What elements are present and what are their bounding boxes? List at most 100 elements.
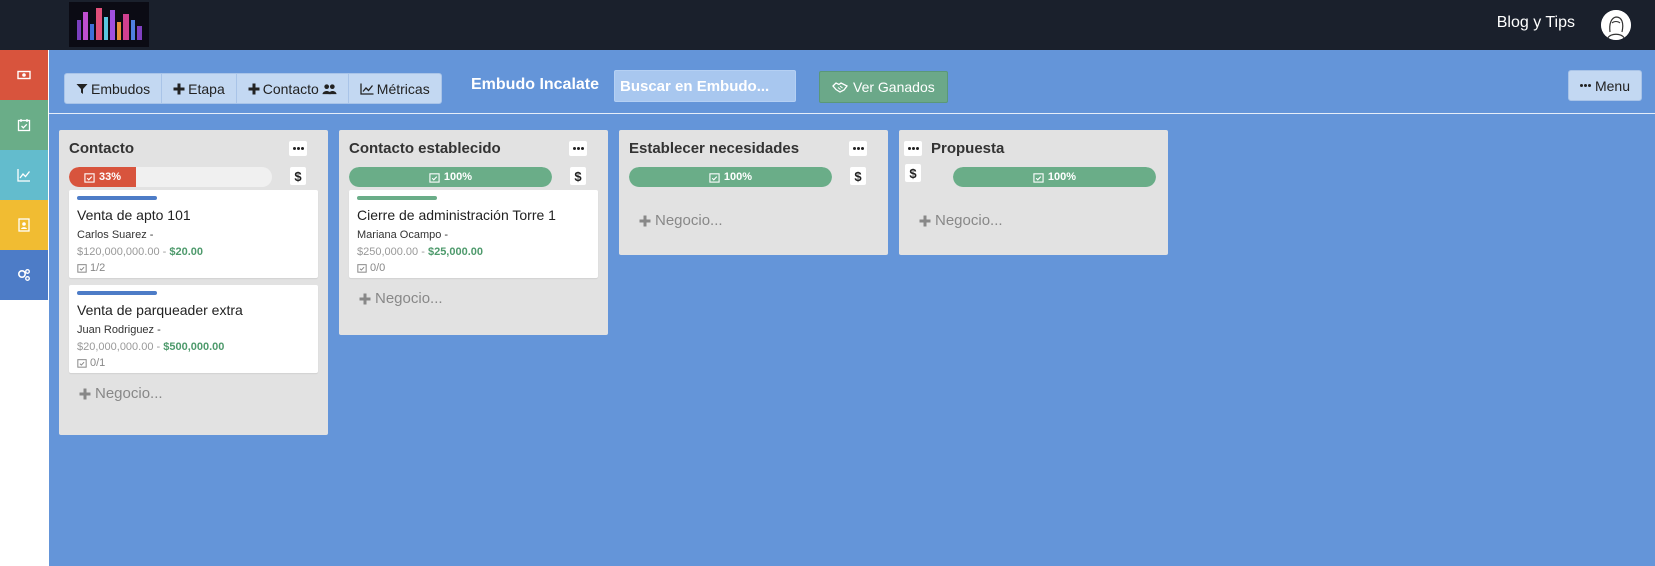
add-deal-label: Negocio... [375,290,443,307]
stage-progress-label: 100% [1047,171,1077,183]
add-deal-button[interactable]: Negocio... [79,385,163,402]
add-deal-label: Negocio... [935,212,1003,229]
plus-icon [248,83,260,94]
stage-column: Establecer necesidades 100% $ Negocio... [619,130,888,255]
sidebar-item-deals[interactable] [0,50,48,100]
deal-amounts: $120,000,000.00 - $20.00 [77,246,203,258]
sidebar-item-metrics[interactable] [0,150,48,200]
deal-value: $500,000.00 [163,341,225,353]
menu-button[interactable]: Menu [1567,70,1642,101]
deal-amounts: $20,000,000.00 - $500,000.00 [77,341,224,353]
stage-progress-label: 100% [443,171,473,183]
toolbar-divider [49,113,1655,114]
add-deal-button[interactable]: Negocio... [919,212,1003,229]
add-deal-label: Negocio... [95,385,163,402]
sidebar-item-contacts[interactable] [0,200,48,250]
sidebar [0,50,48,300]
add-contact-label: Contacto [262,80,319,97]
deal-task-count: 1/2 [90,262,106,274]
app-logo[interactable] [69,2,149,47]
calendar-check-icon [77,359,87,368]
add-contact-button[interactable]: Contacto [237,74,349,103]
deal-contact: Carlos Suarez - [77,229,154,241]
calendar-check-icon [1033,172,1044,183]
user-avatar[interactable] [1601,10,1631,40]
stage-value-button[interactable]: $ [905,164,921,182]
deal-tasks: 0/1 [77,357,105,369]
contact-card-icon [18,218,30,232]
stage-column: Propuesta $ 100% Negocio... [899,130,1168,255]
deal-separator: - [418,246,428,258]
stage-options-button[interactable] [849,141,867,156]
chart-line-icon [17,169,31,182]
handshake-icon [832,82,848,93]
deal-task-count: 0/0 [370,262,386,274]
stage-progress-bar: 100% [629,167,832,187]
stage-title: Establecer necesidades [629,140,800,157]
plus-icon [173,83,185,94]
top-bar: Blog y Tips [0,0,1655,50]
add-deal-button[interactable]: Negocio... [639,212,723,229]
deal-color-bar [77,196,157,200]
deal-amounts: $250,000.00 - $25,000.00 [357,246,483,258]
calendar-check-icon [429,172,440,183]
plus-icon [919,215,931,226]
plus-icon [639,215,651,226]
stage-title: Propuesta [931,140,1005,157]
deal-value: $25,000.00 [427,246,484,258]
deal-card[interactable]: Venta de parqueader extra Juan Rodriguez… [69,285,318,373]
stage-options-button[interactable] [569,141,587,156]
menu-label: Menu [1594,77,1630,94]
add-stage-label: Etapa [188,80,225,97]
funnels-label: Embudos [91,80,151,97]
stage-progress-bar: 100% [349,167,552,187]
funnels-button[interactable]: Embudos [65,74,163,103]
blog-tips-link[interactable]: Blog y Tips [1497,14,1575,32]
toolbar-button-group: Embudos Etapa Contacto Métricas [64,73,442,104]
stage-options-button[interactable] [289,141,307,156]
deal-separator: - [153,341,164,353]
stage-progress-label: 100% [723,171,753,183]
deal-tasks: 0/0 [357,262,385,274]
stage-title: Contacto establecido [349,140,501,157]
metrics-button[interactable]: Métricas [349,74,441,103]
deal-tasks: 1/2 [77,262,105,274]
cogs-icon [17,269,30,281]
filter-icon [76,83,88,94]
funnel-board: Embudos Etapa Contacto Métricas Embudo I… [49,50,1655,566]
sidebar-item-activities[interactable] [0,100,48,150]
deal-separator: - [159,246,170,258]
view-won-label: Ver Ganados [853,79,935,95]
users-icon [322,83,337,94]
deal-amount: $20,000,000.00 [77,341,154,353]
deal-amount: $250,000.00 [357,246,419,258]
deal-amount: $120,000,000.00 [77,246,160,258]
add-stage-button[interactable]: Etapa [162,74,237,103]
stage-title: Contacto [69,140,134,157]
deal-card[interactable]: Venta de apto 101 Carlos Suarez - $120,0… [69,190,318,278]
stage-value-button[interactable]: $ [290,167,306,185]
stage-options-button[interactable] [904,141,922,156]
stage-value-button[interactable]: $ [570,167,586,185]
deal-contact: Juan Rodriguez - [77,324,161,336]
funnel-name: Embudo Incalate [471,76,600,93]
deal-task-count: 0/1 [90,357,106,369]
deal-title: Venta de parqueader extra [77,302,243,318]
stage-value-button[interactable]: $ [850,167,866,185]
chart-line-icon [360,83,374,95]
calendar-check-icon [357,264,367,273]
sidebar-item-settings[interactable] [0,250,48,300]
stage-column: Contacto 33% $ Venta de apto 101 Carlos … [59,130,328,435]
search-input[interactable] [614,70,796,102]
deal-color-bar [357,196,437,200]
calendar-check-icon [17,119,31,132]
add-deal-button[interactable]: Negocio... [359,290,443,307]
view-won-button[interactable]: Ver Ganados [819,71,948,103]
deal-card[interactable]: Cierre de administración Torre 1 Mariana… [349,190,598,278]
deal-color-bar [77,291,157,295]
deal-title: Cierre de administración Torre 1 [357,207,556,223]
deal-contact: Mariana Ocampo - [357,229,449,241]
stage-column: Contacto establecido 100% $ Cierre de ad… [339,130,608,335]
stage-progress-bar: 33% [69,167,272,187]
stage-progress-label: 33% [98,171,122,183]
